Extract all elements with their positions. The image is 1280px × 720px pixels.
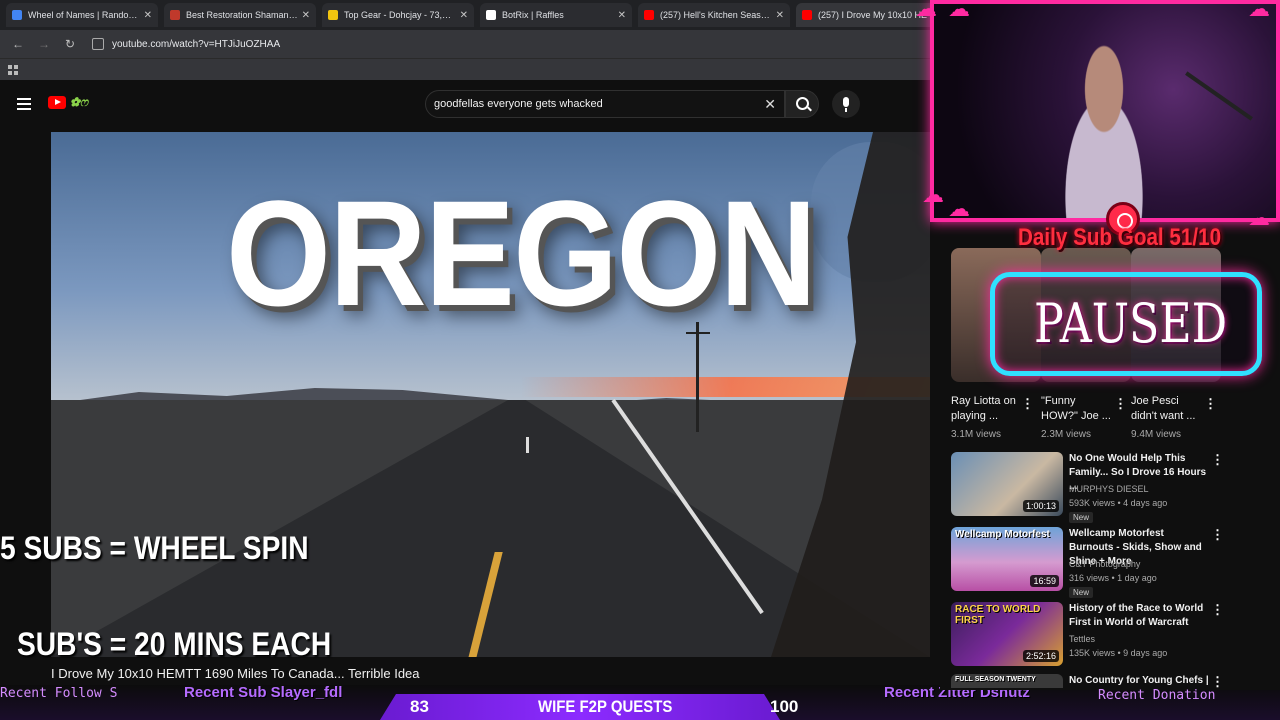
- url-field[interactable]: youtube.com/watch?v=HTJiJuOZHAA: [92, 38, 280, 50]
- thumbnail-text: Wellcamp Motorfest: [955, 529, 1050, 540]
- video-card[interactable]: FULL SEASON TWENTY No Country for Young …: [951, 674, 1271, 688]
- cloud-decoration-icon: ☁: [948, 196, 970, 221]
- short-views: 9.4M views: [1131, 429, 1182, 440]
- youtube-logo[interactable]: ✿ෆ: [48, 95, 88, 110]
- paused-label: PAUSED: [1034, 292, 1228, 355]
- video-duration: 16:59: [1030, 575, 1059, 587]
- browser-tab[interactable]: Best Restoration Shaman Talent ✕: [164, 3, 316, 27]
- browser-tab[interactable]: BotRix | Raffles ✕: [480, 3, 632, 27]
- recent-sub-ticker: Recent Sub Slayer_fdl: [184, 684, 343, 701]
- more-options-icon[interactable]: ⋮: [1114, 396, 1127, 412]
- close-tab-icon[interactable]: ✕: [776, 10, 784, 21]
- video-card[interactable]: 1:00:13 No One Would Help This Family...…: [951, 452, 1271, 523]
- more-options-icon[interactable]: ⋮: [1211, 602, 1224, 618]
- video-channel[interactable]: MURPHYS DIESEL: [1069, 484, 1149, 494]
- url-text: youtube.com/watch?v=HTJiJuOZHAA: [112, 38, 281, 50]
- video-thumbnail[interactable]: RACE TO WORLD FIRST 2:52:16: [951, 602, 1063, 666]
- video-card[interactable]: Wellcamp Motorfest 16:59 Wellcamp Motorfe…: [951, 527, 1271, 598]
- cloud-decoration-icon: ☁: [1248, 0, 1270, 21]
- tab-title: (257) Hell's Kitchen Season 18: [660, 10, 772, 20]
- video-card[interactable]: RACE TO WORLD FIRST 2:52:16 History of th…: [951, 602, 1271, 672]
- close-tab-icon[interactable]: ✕: [302, 10, 310, 21]
- streamer: [1044, 44, 1164, 218]
- search-query: goodfellas everyone gets whacked: [434, 98, 603, 110]
- short-views: 3.1M views: [951, 429, 1002, 440]
- tab-favicon-icon: [12, 10, 22, 20]
- tab-favicon-icon: [644, 10, 654, 20]
- video-duration: 2:52:16: [1022, 650, 1059, 662]
- tab-title: BotRix | Raffles: [502, 10, 564, 20]
- thumbnail-text: RACE TO WORLD FIRST: [955, 604, 1041, 626]
- video-meta: 135K views • 9 days ago: [1069, 648, 1168, 658]
- recent-donation-ticker: Recent Donation: [1098, 688, 1216, 703]
- video-thumbnail[interactable]: FULL SEASON TWENTY: [951, 674, 1063, 688]
- daily-sub-goal: Daily Sub Goal 51/10: [1018, 224, 1222, 251]
- video-duration: 1:00:13: [1022, 500, 1059, 512]
- youtube-header: ✿ෆ goodfellas everyone gets whacked ✕: [0, 80, 930, 128]
- more-options-icon[interactable]: ⋮: [1211, 527, 1224, 543]
- video-player[interactable]: OREGON: [51, 132, 930, 657]
- more-options-icon[interactable]: ⋮: [1021, 396, 1034, 412]
- clear-search-icon[interactable]: ✕: [764, 96, 776, 113]
- thumbnail-text: FULL SEASON TWENTY: [955, 676, 1036, 683]
- quest-left-number: 83: [410, 697, 429, 716]
- search-button[interactable]: [785, 90, 819, 118]
- forward-icon[interactable]: →: [34, 37, 54, 51]
- new-badge: New: [1069, 512, 1094, 523]
- tab-title: Wheel of Names | Random nam: [28, 10, 140, 20]
- hamburger-menu-icon[interactable]: [17, 98, 31, 110]
- close-tab-icon[interactable]: ✕: [618, 10, 626, 21]
- cloud-decoration-icon: ☁: [915, 0, 937, 21]
- tab-favicon-icon: [486, 10, 496, 20]
- video-meta: 316 views • 1 day ago: [1069, 573, 1157, 583]
- reload-icon[interactable]: ↻: [60, 37, 80, 51]
- tab-title: Top Gear - Dohcjay - 73,000 DP: [344, 10, 456, 20]
- tab-title: Best Restoration Shaman Talent: [186, 10, 298, 20]
- tab-favicon-icon: [328, 10, 338, 20]
- search-icon: [796, 97, 809, 110]
- video-overlay-title: OREGON: [226, 169, 817, 337]
- new-badge: New: [1069, 587, 1094, 598]
- close-tab-icon[interactable]: ✕: [460, 10, 468, 21]
- short-title[interactable]: Ray Liotta on playing ...: [951, 394, 1021, 424]
- browser-tab[interactable]: (257) Hell's Kitchen Season 18 ✕: [638, 3, 790, 27]
- cloud-decoration-icon: ☁: [948, 0, 970, 21]
- quest-title: WIFE F2P QUESTS: [538, 697, 673, 716]
- video-channel[interactable]: C&T Photography: [1069, 559, 1140, 569]
- more-options-icon[interactable]: ⋮: [1211, 452, 1224, 468]
- video-meta: 593K views • 4 days ago: [1069, 498, 1168, 508]
- browser-tab[interactable]: Top Gear - Dohcjay - 73,000 DP ✕: [322, 3, 474, 27]
- quest-right-number: 100: [770, 697, 799, 716]
- more-options-icon[interactable]: ⋮: [1211, 674, 1224, 688]
- recent-follow-ticker: Recent Follow S: [0, 686, 118, 701]
- road-dash: [526, 437, 529, 453]
- tab-favicon-icon: [170, 10, 180, 20]
- cloud-decoration-icon: ☁: [1248, 205, 1270, 230]
- subs-minutes-text: SUB'S = 20 MINS EACH: [17, 626, 332, 662]
- video-thumbnail[interactable]: Wellcamp Motorfest 16:59: [951, 527, 1063, 591]
- short-title[interactable]: "Funny HOW?" Joe ...: [1041, 394, 1111, 424]
- tab-favicon-icon: [802, 10, 812, 20]
- video-channel[interactable]: Tettles: [1069, 634, 1095, 644]
- video-title: I Drove My 10x10 HEMTT 1690 Miles To Can…: [51, 666, 420, 681]
- wheel-spin-text: 5 SUBS = WHEEL SPIN: [0, 530, 309, 566]
- search-input[interactable]: goodfellas everyone gets whacked ✕: [425, 90, 785, 118]
- video-card-title[interactable]: No Country for Young Chefs |: [1069, 674, 1209, 688]
- video-card-title[interactable]: History of the Race to World First in Wo…: [1069, 602, 1209, 630]
- short-title[interactable]: Joe Pesci didn't want ...: [1131, 394, 1201, 424]
- site-info-icon[interactable]: [92, 38, 104, 50]
- short-views: 2.3M views: [1041, 429, 1092, 440]
- close-tab-icon[interactable]: ✕: [144, 10, 152, 21]
- apps-grid-icon[interactable]: [8, 65, 18, 75]
- voice-search-mic-icon[interactable]: [832, 90, 860, 118]
- youtube-doodle-icon: ✿ෆ: [70, 95, 89, 109]
- youtube-play-icon: [48, 96, 66, 109]
- browser-tab[interactable]: Wheel of Names | Random nam ✕: [6, 3, 158, 27]
- more-options-icon[interactable]: ⋮: [1204, 396, 1217, 412]
- video-thumbnail[interactable]: 1:00:13: [951, 452, 1063, 516]
- webcam-overlay: [930, 0, 1280, 222]
- back-icon[interactable]: ←: [8, 37, 28, 51]
